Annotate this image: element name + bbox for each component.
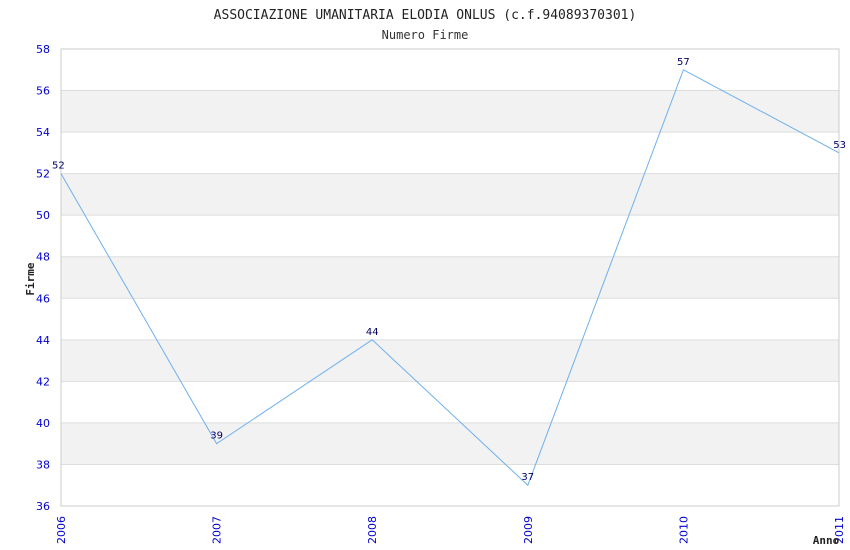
x-tick-label: 2010 <box>677 516 690 544</box>
y-tick-label: 52 <box>36 168 50 181</box>
x-axis-label: Anno <box>813 534 840 547</box>
y-tick-label: 48 <box>36 251 50 264</box>
grid-band <box>61 339 839 382</box>
chart-subtitle: Numero Firme <box>382 28 469 42</box>
data-label: 39 <box>210 431 223 442</box>
y-tick-label: 36 <box>36 500 50 513</box>
x-tick-label: 2006 <box>55 516 68 544</box>
x-axis-ticks: 2006 2007 2008 2009 2010 2011 <box>55 516 846 544</box>
y-tick-label: 46 <box>36 292 50 305</box>
y-tick-label: 56 <box>36 85 50 98</box>
y-tick-label: 38 <box>36 458 50 471</box>
y-axis-label: Firme <box>24 262 37 295</box>
data-label: 53 <box>833 140 846 151</box>
y-tick-label: 40 <box>36 417 50 430</box>
grid-band <box>61 173 839 216</box>
data-label: 44 <box>366 327 379 338</box>
x-tick-label: 2008 <box>366 516 379 544</box>
y-tick-label: 58 <box>36 43 50 56</box>
line-chart: ASSOCIAZIONE UMANITARIA ELODIA ONLUS (c.… <box>24 8 846 547</box>
y-tick-label: 42 <box>36 375 50 388</box>
data-label: 52 <box>52 161 65 172</box>
y-tick-label: 44 <box>36 334 50 347</box>
grid-band <box>61 90 839 133</box>
y-tick-label: 50 <box>36 209 50 222</box>
data-label: 57 <box>677 57 690 68</box>
x-tick-label: 2009 <box>522 516 535 544</box>
grid-band <box>61 422 839 465</box>
grid-bands <box>61 90 839 465</box>
grid-band <box>61 256 839 299</box>
data-label: 37 <box>521 472 534 483</box>
x-tick-label: 2007 <box>211 516 224 544</box>
y-axis-ticks: 36 38 40 42 44 46 48 50 52 54 56 58 <box>36 43 50 513</box>
chart-title: ASSOCIAZIONE UMANITARIA ELODIA ONLUS (c.… <box>214 8 637 23</box>
y-tick-label: 54 <box>36 126 50 139</box>
